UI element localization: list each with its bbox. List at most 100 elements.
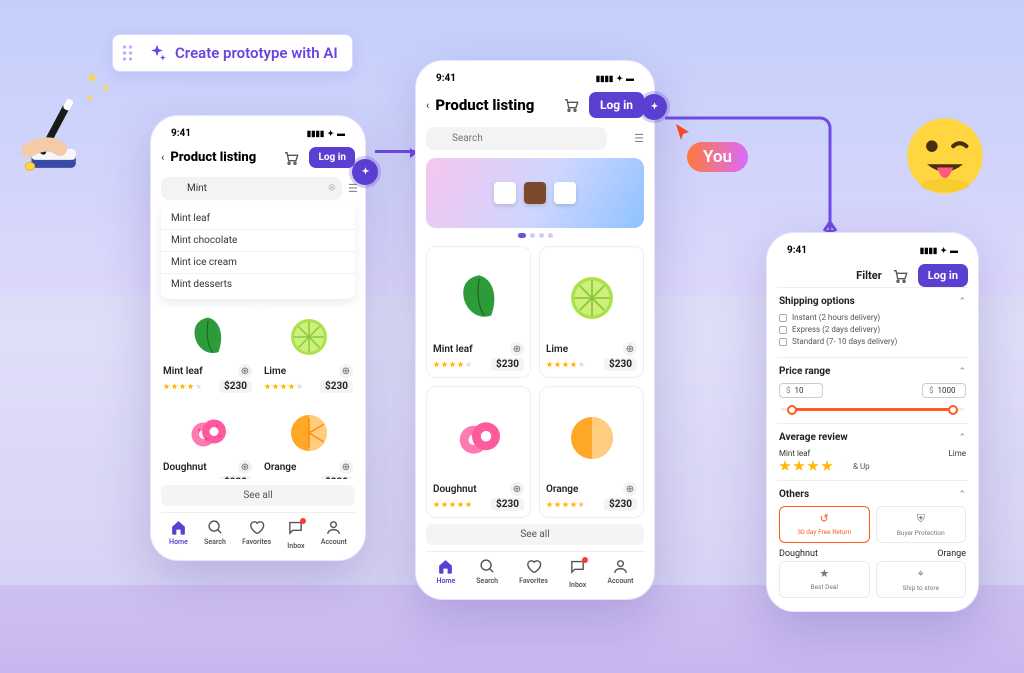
shipping-option[interactable]: Express (2 days delivery) bbox=[779, 325, 966, 334]
tab-home[interactable]: Home bbox=[169, 519, 188, 550]
product-card[interactable]: Doughnut ⊕ $230 bbox=[161, 403, 254, 479]
checkbox-icon bbox=[779, 326, 787, 334]
see-all-button[interactable]: See all bbox=[426, 524, 644, 545]
rating bbox=[163, 383, 202, 390]
status-icons: ▮▮▮▮✦▬ bbox=[593, 73, 634, 84]
rating-filter-row[interactable]: & Up bbox=[779, 460, 966, 472]
search-input[interactable] bbox=[161, 177, 342, 200]
back-button[interactable]: ‹ bbox=[426, 99, 429, 112]
price-max-input[interactable]: 1000 bbox=[922, 383, 966, 398]
tab-account[interactable]: Account bbox=[321, 519, 347, 550]
and-up-label: & Up bbox=[853, 462, 870, 471]
status-icons: ▮▮▮▮✦▬ bbox=[304, 128, 345, 139]
product-name: Lime bbox=[264, 366, 286, 377]
clear-icon[interactable]: ⊗ bbox=[328, 183, 336, 194]
status-icons: ▮▮▮▮✦▬ bbox=[917, 245, 958, 256]
back-button[interactable]: ‹ bbox=[161, 151, 164, 164]
tab-home[interactable]: Home bbox=[437, 558, 456, 589]
product-name: Mint leaf bbox=[433, 344, 473, 355]
filter-icon[interactable]: ☰ bbox=[348, 182, 358, 195]
add-icon[interactable]: ⊕ bbox=[623, 482, 637, 496]
product-card[interactable]: Doughnut⊕ $230 bbox=[426, 386, 531, 518]
chevron-up-icon[interactable]: ⌃ bbox=[958, 297, 966, 307]
chevron-up-icon[interactable]: ⌃ bbox=[958, 490, 966, 500]
sparkle-icon bbox=[147, 43, 167, 63]
product-image bbox=[546, 393, 637, 482]
suggestion-item[interactable]: Mint leaf bbox=[161, 208, 355, 229]
see-all-button[interactable]: See all bbox=[161, 485, 355, 506]
product-card[interactable]: Orange⊕ $230 bbox=[262, 403, 355, 479]
ai-knob-icon[interactable] bbox=[641, 94, 667, 120]
product-card[interactable]: Mint leaf ⊕ $230 bbox=[426, 246, 531, 378]
cart-icon[interactable] bbox=[892, 268, 908, 284]
status-bar: 9:41 ▮▮▮▮✦▬ bbox=[777, 245, 968, 262]
product-name: Orange bbox=[546, 484, 578, 495]
product-name: Lime bbox=[546, 344, 568, 355]
product-card[interactable]: Lime⊕ $230 bbox=[539, 246, 644, 378]
tab-inbox[interactable]: Inbox bbox=[287, 519, 304, 550]
tab-inbox[interactable]: Inbox bbox=[569, 558, 586, 589]
ai-knob-icon[interactable] bbox=[352, 159, 378, 185]
other-option[interactable]: ↺30 day Free Return bbox=[779, 506, 870, 543]
login-button[interactable]: Log in bbox=[589, 92, 644, 118]
price: $230 bbox=[491, 358, 524, 371]
product-image bbox=[546, 253, 637, 342]
tab-account[interactable]: Account bbox=[607, 558, 633, 589]
return-icon: ↺ bbox=[820, 512, 829, 525]
product-image bbox=[433, 393, 524, 482]
add-icon[interactable]: ⊕ bbox=[238, 364, 252, 378]
suggestion-item[interactable]: Mint ice cream bbox=[161, 251, 355, 273]
chevron-up-icon[interactable]: ⌃ bbox=[958, 433, 966, 443]
product-card[interactable]: Orange⊕ $230 bbox=[539, 386, 644, 518]
page-title: Product listing bbox=[170, 150, 277, 165]
tabbar: Home Search Favorites Inbox Account bbox=[426, 551, 644, 589]
add-icon[interactable]: ⊕ bbox=[510, 342, 524, 356]
price: $230 bbox=[219, 380, 252, 393]
login-button[interactable]: Log in bbox=[309, 147, 355, 168]
price-slider[interactable] bbox=[781, 408, 964, 411]
login-button[interactable]: Log in bbox=[918, 264, 968, 287]
price: $230 bbox=[320, 380, 353, 393]
price: $230 bbox=[219, 476, 252, 479]
tab-search[interactable]: Search bbox=[476, 558, 498, 589]
flow-arrow-1-icon bbox=[375, 150, 415, 153]
flow-arrow-2-icon bbox=[660, 113, 840, 213]
add-icon[interactable]: ⊕ bbox=[339, 364, 353, 378]
other-option[interactable]: ★Best Deal bbox=[779, 561, 870, 598]
section-price-range: Price range⌃ 10 1000 bbox=[777, 357, 968, 423]
promo-banner[interactable] bbox=[426, 158, 644, 228]
add-icon[interactable]: ⊕ bbox=[238, 460, 252, 474]
search-input[interactable] bbox=[426, 127, 607, 150]
ai-prototype-pill[interactable]: Create prototype with AI bbox=[112, 34, 353, 72]
carousel-dots bbox=[426, 233, 644, 238]
other-option[interactable]: ⛨Buyer Protection bbox=[876, 506, 967, 543]
product-name: Doughnut bbox=[163, 462, 207, 473]
suggestion-item[interactable]: Mint chocolate bbox=[161, 229, 355, 251]
status-bar: 9:41 ▮▮▮▮✦▬ bbox=[161, 128, 355, 145]
tab-favorites[interactable]: Favorites bbox=[519, 558, 548, 589]
product-card[interactable]: Lime ⊕ $230 bbox=[262, 307, 355, 395]
winking-emoji-icon bbox=[904, 115, 986, 197]
shipping-option[interactable]: Instant (2 hours delivery) bbox=[779, 313, 966, 322]
tab-favorites[interactable]: Favorites bbox=[242, 519, 271, 550]
other-option[interactable]: ⌖Ship to store bbox=[876, 561, 967, 598]
product-card[interactable]: Mint leaf⊕ $230 bbox=[161, 307, 254, 395]
price: $230 bbox=[491, 498, 524, 511]
cart-icon[interactable] bbox=[283, 150, 299, 166]
page-title: Product listing bbox=[435, 96, 557, 114]
overlay-label: Doughnut bbox=[779, 549, 818, 559]
price-min-input[interactable]: 10 bbox=[779, 383, 823, 398]
shield-icon: ⛨ bbox=[917, 512, 925, 526]
shipping-option[interactable]: Standard (7- 10 days delivery) bbox=[779, 337, 966, 346]
add-icon[interactable]: ⊕ bbox=[623, 342, 637, 356]
suggestion-item[interactable]: Mint desserts bbox=[161, 273, 355, 295]
chevron-up-icon[interactable]: ⌃ bbox=[958, 367, 966, 377]
rating bbox=[546, 361, 585, 368]
rating bbox=[264, 383, 303, 390]
cart-icon[interactable] bbox=[563, 97, 579, 113]
section-title: Average review bbox=[779, 432, 848, 443]
tab-search[interactable]: Search bbox=[204, 519, 226, 550]
add-icon[interactable]: ⊕ bbox=[339, 460, 353, 474]
add-icon[interactable]: ⊕ bbox=[510, 482, 524, 496]
filter-icon[interactable]: ☰ bbox=[634, 132, 644, 145]
